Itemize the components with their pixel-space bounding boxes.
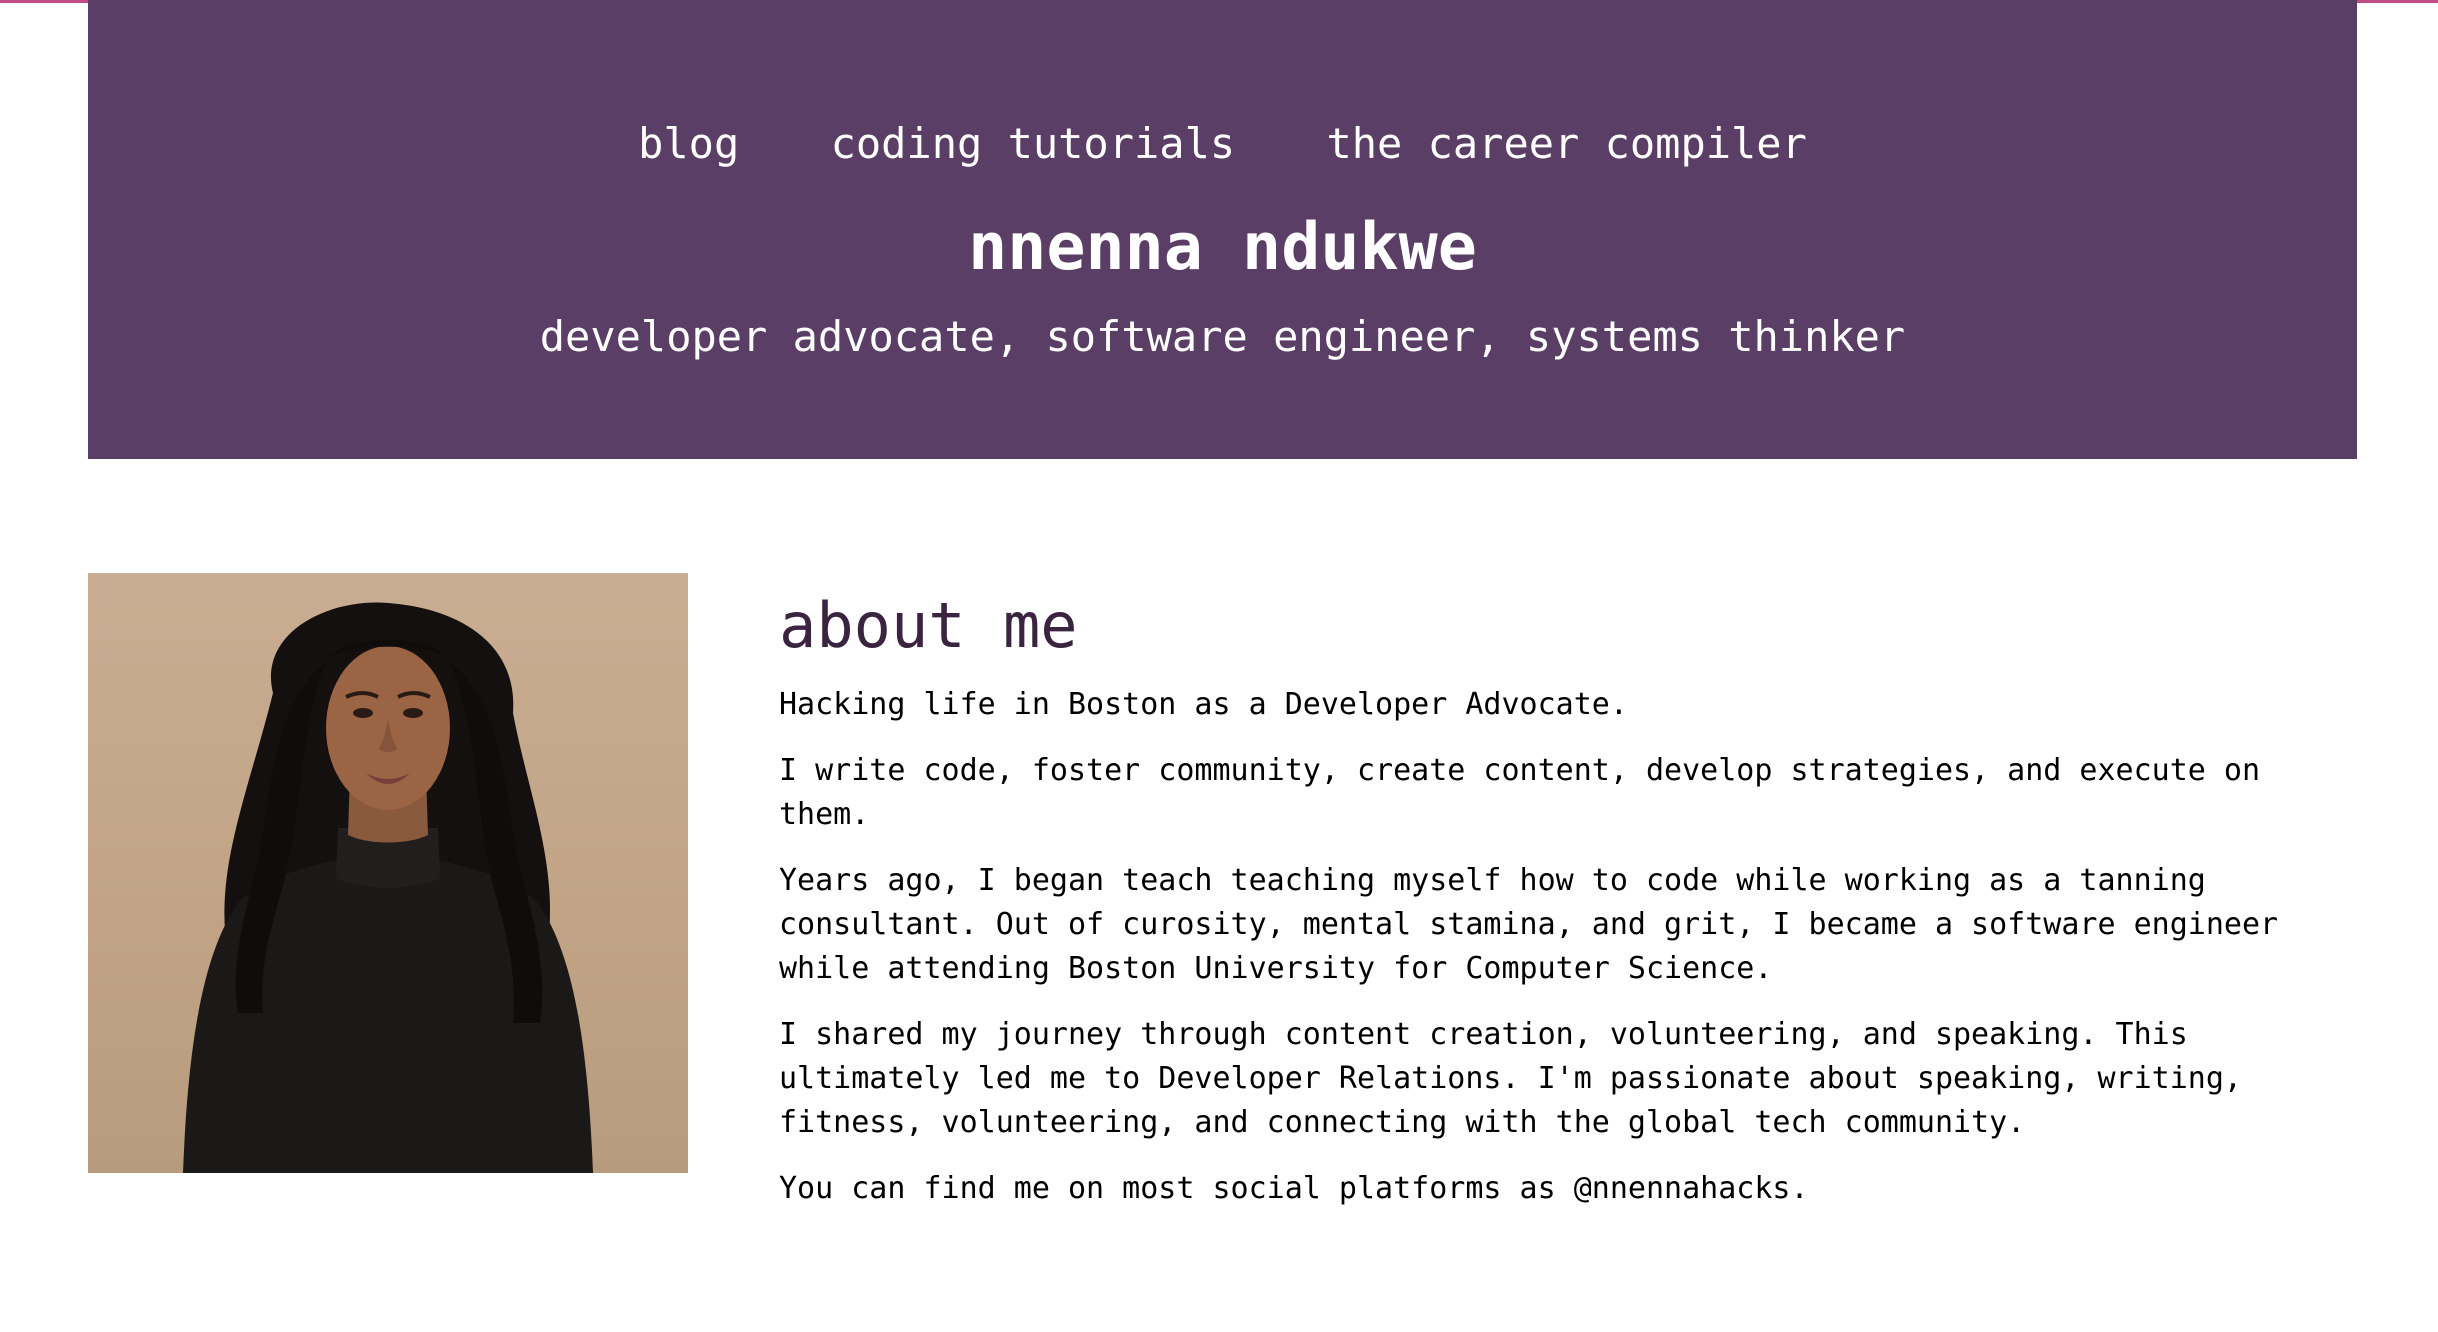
nav-link-blog[interactable]: blog	[638, 119, 739, 168]
main-nav: blog coding tutorials the career compile…	[88, 118, 2357, 170]
about-paragraph: I write code, foster community, create c…	[779, 753, 2261, 832]
about-paragraph: You can find me on most social platforms…	[779, 1171, 1809, 1206]
about-paragraph: Years ago, I began teach teaching myself…	[779, 863, 2279, 986]
site-header: blog coding tutorials the career compile…	[88, 0, 2357, 459]
nav-link-coding-tutorials[interactable]: coding tutorials	[831, 119, 1236, 168]
about-heading: about me	[779, 589, 1078, 662]
about-paragraph: Hacking life in Boston as a Developer Ad…	[779, 687, 1628, 722]
site-title: nnenna ndukwe	[968, 210, 1477, 285]
profile-photo	[88, 573, 688, 1173]
nav-link-career-compiler[interactable]: the career compiler	[1326, 119, 1806, 168]
site-subtitle: developer advocate, software engineer, s…	[539, 312, 1906, 361]
about-paragraph: I shared my journey through content crea…	[779, 1017, 2242, 1140]
about-section: about me Hacking life in Boston as a Dev…	[779, 573, 2339, 1233]
